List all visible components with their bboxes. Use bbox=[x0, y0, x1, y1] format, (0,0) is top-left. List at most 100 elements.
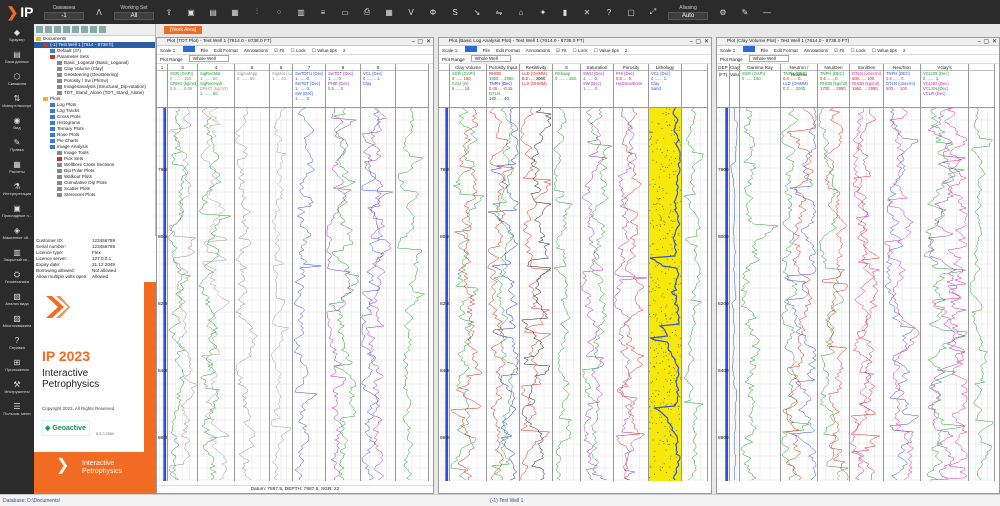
curve-label[interactable]: 1. ... 50. bbox=[270, 76, 292, 81]
well-value[interactable]: -1 bbox=[44, 11, 84, 20]
track-body[interactable] bbox=[520, 108, 552, 481]
curve-label[interactable]: VCLR (Dec) bbox=[921, 91, 968, 96]
curve-label[interactable]: 1. ...... 50. bbox=[198, 91, 234, 96]
annotations-button[interactable]: Annotations bbox=[804, 46, 828, 54]
log-plot-icon[interactable]: ⫶ bbox=[248, 3, 266, 21]
log-track[interactable]: 5 SigmatApp 0. ...... 50. bbox=[235, 64, 270, 481]
bars-icon[interactable]: ▮ bbox=[556, 3, 574, 21]
value-tips-checkbox[interactable]: ☐ Value tips bbox=[594, 46, 619, 54]
open-icon[interactable]: ▤ bbox=[204, 3, 222, 21]
track-body[interactable] bbox=[850, 108, 883, 481]
sw-icon[interactable]: S bbox=[446, 3, 464, 21]
track-body[interactable]: 7800 8000 8200 8400 8600 bbox=[717, 108, 729, 481]
minimize-icon[interactable]: – bbox=[690, 38, 693, 45]
edit-format-button[interactable]: Edit Format bbox=[496, 46, 520, 54]
sidebar-item-11[interactable]: ⛭ Геомеханика bbox=[0, 266, 34, 288]
curve-label[interactable]: 0 ...... 150. bbox=[740, 76, 780, 81]
plot-range-select[interactable]: Whole Well bbox=[470, 55, 511, 62]
compare-icon[interactable]: ⇋ bbox=[490, 3, 508, 21]
curve-label[interactable]: 1950. ... 2950. bbox=[850, 86, 883, 91]
curve-label[interactable]: 6 ....... 16. bbox=[450, 86, 486, 91]
maximize-icon[interactable]: ▢ bbox=[983, 38, 989, 45]
maximize-icon[interactable]: ▢ bbox=[417, 38, 423, 45]
value-tips-checkbox[interactable]: ☐ Value tips bbox=[872, 46, 897, 54]
log-track[interactable]: DEP (FT) 7800 8000 8200 8400 8600 bbox=[717, 64, 730, 481]
track-body[interactable] bbox=[884, 108, 920, 481]
file-menu[interactable]: File bbox=[761, 46, 768, 54]
sidebar-item-0[interactable]: ◆ Браузер bbox=[0, 24, 34, 46]
aliasing-value[interactable]: Auto bbox=[668, 11, 708, 20]
fit-checkbox[interactable]: ☑ Fit bbox=[834, 46, 845, 54]
well-selector[interactable]: Скважина -1 bbox=[40, 0, 88, 24]
log-track[interactable]: 6 RShapp 0 ........ 150. bbox=[553, 64, 581, 481]
lock-checkbox[interactable]: ☐ Lock bbox=[291, 46, 306, 54]
layout-icon[interactable]: ▭ bbox=[336, 3, 354, 21]
window-icon[interactable]: ▢ bbox=[622, 3, 640, 21]
tree-add-icon[interactable] bbox=[54, 26, 61, 33]
tree-node[interactable]: Stereonet Plots bbox=[34, 192, 155, 198]
crossplot-icon[interactable]: ⁘ bbox=[270, 3, 288, 21]
sidebar-item-13[interactable]: ▨ Многоскважина bbox=[0, 310, 34, 332]
track-body[interactable] bbox=[396, 108, 428, 481]
value-tips-checkbox[interactable]: ☐ Value tips bbox=[312, 46, 337, 54]
curve-label[interactable]: 0. ...... 50. bbox=[235, 76, 269, 81]
track-body[interactable] bbox=[781, 108, 817, 481]
work-area-tab[interactable]: [Work Area] bbox=[164, 26, 203, 34]
track-body[interactable] bbox=[649, 108, 681, 481]
sidebar-item-4[interactable]: ◉ Вид bbox=[0, 112, 34, 134]
track-body[interactable] bbox=[293, 108, 325, 481]
load-icon[interactable]: ⇪ bbox=[160, 3, 178, 21]
tree-down-icon[interactable] bbox=[81, 26, 88, 33]
curve-label[interactable]: 0.5 ..... 0.05 bbox=[168, 86, 197, 91]
value-tips-count[interactable]: 2 bbox=[343, 46, 346, 54]
annotations-button[interactable]: Annotations bbox=[244, 46, 268, 54]
curve-label[interactable]: 0 ........ 150. bbox=[553, 76, 580, 81]
log-track[interactable]: Vclay's VCLGR (Dec) 0 ....... 1. VCLND (Dec… bbox=[921, 64, 969, 481]
log-track[interactable]: Saturation SWU (Dec) 1. ..... 0. SW (Dec) 1.… bbox=[581, 64, 614, 481]
track-body[interactable] bbox=[740, 108, 780, 481]
close-icon[interactable]: ✕ bbox=[992, 38, 997, 45]
track-body[interactable] bbox=[326, 108, 360, 481]
maximize-icon[interactable]: ▢ bbox=[695, 38, 701, 45]
histogram-icon[interactable]: ▥ bbox=[292, 3, 310, 21]
track-body[interactable]: 7800 8000 8200 8400 8600 bbox=[157, 108, 167, 481]
edit-format-button[interactable]: Edit Format bbox=[774, 46, 798, 54]
log-track[interactable] bbox=[969, 64, 995, 481]
sidebar-item-14[interactable]: ? Справка bbox=[0, 332, 34, 354]
track-body[interactable] bbox=[614, 108, 648, 481]
curve-label[interactable]: 0.5 .... 0. bbox=[326, 86, 360, 91]
new-icon[interactable]: ▦ bbox=[226, 3, 244, 21]
curve-label[interactable]: 0.2 .... 2000. bbox=[781, 86, 817, 91]
log-track[interactable]: 7 SwTDTU (Dec) 1. ..... 0. SwTDT (Dec) 1. ..… bbox=[293, 64, 326, 481]
vsh-icon[interactable]: V bbox=[402, 3, 420, 21]
expand-icon[interactable]: ⤢ bbox=[644, 3, 662, 21]
log-track[interactable]: Resistivity LLD (OHMM) 0.2 ..... 2000. LLS … bbox=[520, 64, 553, 481]
minimize-icon[interactable]: – bbox=[412, 38, 415, 45]
multiwell-icon[interactable]: ≡ bbox=[314, 3, 332, 21]
zone-icon[interactable]: Ʌ bbox=[90, 3, 108, 21]
settings-icon[interactable]: ⚙ bbox=[714, 3, 732, 21]
sidebar-item-12[interactable]: ▧ Анализ вида bbox=[0, 288, 34, 310]
track-body[interactable] bbox=[198, 108, 234, 481]
working-set-selector[interactable]: Working Set All bbox=[110, 0, 158, 24]
log-track[interactable]: Neu/Son TNPH (DEC) 0.6 ...... 0. DTLN (uSec… bbox=[884, 64, 921, 481]
track-body[interactable] bbox=[168, 108, 197, 481]
track-body[interactable] bbox=[969, 108, 994, 481]
log-track[interactable] bbox=[682, 64, 708, 481]
tree-search-icon[interactable] bbox=[99, 26, 106, 33]
minimize-icon[interactable]: – bbox=[978, 38, 981, 45]
lock-checkbox[interactable]: ☐ Lock bbox=[851, 46, 866, 54]
tree-up-icon[interactable] bbox=[72, 26, 79, 33]
track-body[interactable] bbox=[450, 108, 486, 481]
sidebar-item-16[interactable]: ⚒ Инструменты bbox=[0, 376, 34, 398]
sidebar-item-5[interactable]: ✎ Правка bbox=[0, 134, 34, 156]
sidebar-item-7[interactable]: ⚗ Интерпретация bbox=[0, 178, 34, 200]
tree-delete-icon[interactable] bbox=[63, 26, 70, 33]
track-body[interactable]: 7800 8000 8200 8400 8600 bbox=[439, 108, 449, 481]
track-body[interactable] bbox=[553, 108, 580, 481]
scale-input[interactable] bbox=[182, 46, 195, 52]
tree-home-icon[interactable] bbox=[36, 26, 43, 33]
minimize-icon[interactable]: — bbox=[758, 3, 776, 21]
log-track[interactable] bbox=[396, 64, 429, 481]
curve-label[interactable]: 140. .... 40. bbox=[487, 96, 519, 101]
